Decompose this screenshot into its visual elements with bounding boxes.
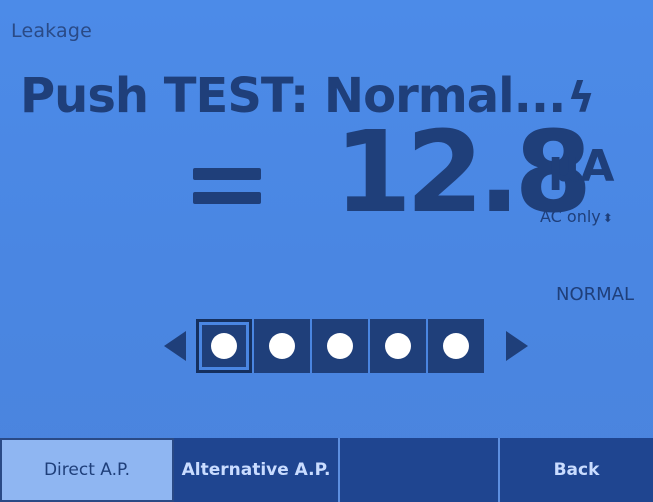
position-slot-3[interactable] (312, 319, 368, 373)
mode-title: Leakage (11, 20, 93, 42)
dot-icon (443, 333, 469, 359)
test-position-selector[interactable] (158, 316, 528, 374)
back-button[interactable]: Back (500, 438, 653, 502)
dot-icon (385, 333, 411, 359)
arrow-left-icon[interactable] (164, 331, 186, 361)
equals-sign (193, 168, 261, 216)
alternative-ap-button[interactable]: Alternative A.P. (174, 438, 340, 502)
arrow-right-icon[interactable] (506, 331, 528, 361)
polarity-label: NORMAL (556, 284, 635, 305)
dot-icon (211, 333, 237, 359)
softkey-bar: Direct A.P. Alternative A.P. Back (0, 438, 653, 502)
position-slot-2[interactable] (254, 319, 310, 373)
dot-icon (269, 333, 295, 359)
position-slot-5[interactable] (428, 319, 484, 373)
dot-icon (327, 333, 353, 359)
measurement-unit: µA (548, 141, 615, 192)
position-slot-1[interactable] (196, 319, 252, 373)
ac-mode-selector[interactable]: AC only ⬍ (540, 207, 613, 226)
position-slots (196, 319, 484, 373)
ac-mode-label: AC only (540, 207, 601, 226)
meter-screen: Leakage Push TEST: Normal...ϟ 12.8 µA AC… (0, 0, 653, 502)
direct-ap-button[interactable]: Direct A.P. (0, 438, 174, 502)
up-down-arrows-icon: ⬍ (602, 210, 613, 225)
position-slot-4[interactable] (370, 319, 426, 373)
blank-softkey[interactable] (340, 438, 500, 502)
